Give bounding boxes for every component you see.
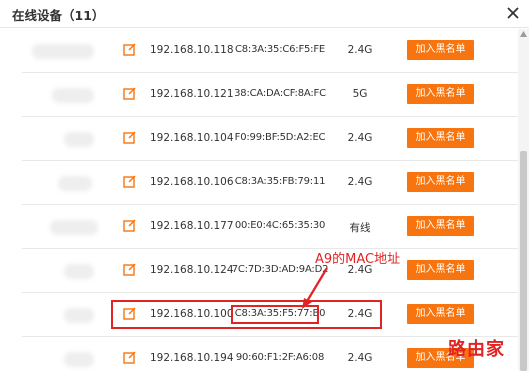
device-band: 2.4G — [347, 176, 373, 188]
online-devices-dialog: 在线设备（11） 192.168.10.118 C8:3A:35:C6:F5:FE… — [0, 0, 529, 371]
edit-icon[interactable] — [123, 42, 137, 56]
add-to-blacklist-button[interactable]: 加入黑名单 — [407, 40, 474, 60]
device-band: 2.4G — [347, 132, 373, 144]
device-name-blurred — [52, 88, 94, 103]
device-mac: 90:60:F1:2F:A6:08 — [235, 352, 325, 363]
dialog-header: 在线设备（11） — [0, 0, 529, 28]
device-row: 192.168.10.121 38:CA:DA:CF:8A:FC 5G 加入黑名单 — [22, 73, 518, 117]
device-row: 192.168.10.104 F0:99:BF:5D:A2:EC 2.4G 加入黑名单 — [22, 117, 518, 161]
add-to-blacklist-button[interactable]: 加入黑名单 — [407, 128, 474, 148]
device-ip: 192.168.10.118 — [150, 44, 234, 56]
device-ip: 192.168.10.194 — [150, 352, 234, 364]
edit-icon[interactable] — [123, 86, 137, 100]
scroll-up-icon[interactable] — [520, 31, 527, 37]
annotation-label: A9的MAC地址 — [315, 252, 401, 267]
add-to-blacklist-button[interactable]: 加入黑名单 — [407, 216, 474, 236]
device-band: 2.4G — [347, 44, 373, 56]
device-band: 有线 — [349, 222, 371, 234]
device-name-blurred — [64, 132, 94, 147]
watermark: 路由家 — [448, 339, 505, 360]
device-ip: 192.168.10.121 — [150, 88, 234, 100]
scrollbar[interactable] — [518, 29, 529, 371]
device-row: 192.168.10.106 C8:3A:35:FB:79:11 2.4G 加入黑名单 — [22, 161, 518, 205]
highlight-mac-box — [231, 305, 319, 324]
edit-icon[interactable] — [123, 130, 137, 144]
edit-icon[interactable] — [123, 350, 137, 364]
device-row: 192.168.10.124 7C:7D:3D:AD:9A:D2 2.4G 加入黑名单 — [22, 249, 518, 293]
add-to-blacklist-button[interactable]: 加入黑名单 — [407, 172, 474, 192]
add-to-blacklist-button[interactable]: 加入黑名单 — [407, 260, 474, 280]
device-row: 192.168.10.194 90:60:F1:2F:A6:08 2.4G 加入黑名单 — [22, 337, 518, 371]
device-name-blurred — [64, 264, 94, 279]
device-name-blurred — [50, 220, 98, 235]
device-row: 192.168.10.118 C8:3A:35:C6:F5:FE 2.4G 加入黑名单 — [22, 29, 518, 73]
edit-icon[interactable] — [123, 262, 137, 276]
scrollbar-thumb[interactable] — [520, 151, 527, 371]
device-name-blurred — [58, 176, 92, 191]
device-name-blurred — [32, 44, 94, 59]
device-mac: 38:CA:DA:CF:8A:FC — [234, 88, 326, 99]
device-ip: 192.168.10.124 — [150, 264, 234, 276]
device-ip: 192.168.10.104 — [150, 132, 234, 144]
edit-icon[interactable] — [123, 218, 137, 232]
device-row: 192.168.10.177 00:E0:4C:65:35:30 有线 加入黑名单 — [22, 205, 518, 249]
device-mac: 00:E0:4C:65:35:30 — [234, 220, 326, 231]
device-mac: F0:99:BF:5D:A2:EC — [234, 132, 326, 143]
device-mac: C8:3A:35:FB:79:11 — [234, 176, 326, 187]
edit-icon[interactable] — [123, 174, 137, 188]
device-name-blurred — [64, 352, 94, 367]
device-ip: 192.168.10.106 — [150, 176, 234, 188]
device-name-blurred — [64, 308, 94, 323]
close-icon[interactable] — [505, 5, 521, 21]
device-ip: 192.168.10.177 — [150, 220, 234, 232]
device-mac: C8:3A:35:C6:F5:FE — [234, 44, 326, 55]
add-to-blacklist-button[interactable]: 加入黑名单 — [407, 304, 474, 324]
device-band: 5G — [352, 88, 368, 100]
dialog-title: 在线设备（11） — [12, 8, 105, 23]
device-band: 2.4G — [347, 352, 373, 364]
add-to-blacklist-button[interactable]: 加入黑名单 — [407, 84, 474, 104]
